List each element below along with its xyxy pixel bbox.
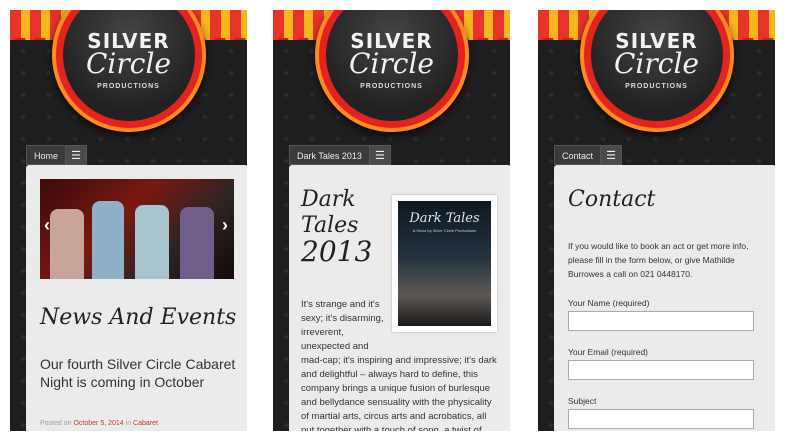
menu-toggle-button[interactable]: ☰ [369, 145, 391, 165]
content-card: Dark Tales 2013 Dark Tales A Show by Sil… [289, 165, 510, 431]
page-heading: Dark Tales 2013 [301, 187, 391, 268]
nav-bar: Dark Tales 2013 ☰ [289, 145, 391, 165]
performer-figure [180, 207, 214, 279]
phone-screen-home: SILVER Circle PRODUCTIONS Home ☰ ‹ › New… [10, 10, 247, 431]
category-link[interactable]: Cabaret [133, 420, 158, 427]
post-title-link[interactable]: Our fourth Silver Circle Cabaret Night i… [40, 355, 240, 391]
nav-bar: Contact ☰ [554, 145, 623, 165]
description-text: mad-cap; it's inspiring and impressive; … [301, 355, 497, 431]
logo-badge: SILVER Circle PRODUCTIONS [62, 10, 195, 121]
poster-title: Dark Tales [409, 211, 480, 226]
nav-current-page[interactable]: Home [26, 145, 67, 165]
logo-badge: SILVER Circle PRODUCTIONS [590, 10, 723, 121]
content-card: ‹ › News And Events Our fourth Silver Ci… [26, 165, 247, 431]
poster-image: Dark Tales A Show by Silver Circle Produ… [398, 201, 491, 326]
poster-subtitle: A Show by Silver Circle Productions [412, 228, 477, 233]
content-card: Contact If you would like to book an act… [554, 165, 775, 431]
logo-line3: PRODUCTIONS [625, 83, 688, 90]
nav-bar: Home ☰ [26, 145, 88, 165]
post-meta: Posted on October 5, 2014 in Cabaret [40, 420, 158, 427]
logo-line3: PRODUCTIONS [97, 83, 160, 90]
nav-current-page[interactable]: Dark Tales 2013 [289, 145, 370, 165]
image-slider[interactable]: ‹ › [40, 179, 234, 279]
menu-toggle-button[interactable]: ☰ [601, 145, 623, 165]
hamburger-icon: ☰ [71, 149, 81, 162]
page-heading: Contact [568, 187, 656, 212]
performer-figure [135, 205, 169, 279]
chevron-right-icon[interactable]: › [222, 215, 228, 236]
section-heading: News And Events [40, 305, 237, 330]
performer-figure [92, 201, 124, 279]
heading-line1: Dark Tales [301, 187, 359, 238]
subject-label: Subject [568, 396, 597, 406]
phone-screen-dark-tales: SILVER Circle PRODUCTIONS Dark Tales 201… [273, 10, 510, 431]
hamburger-icon: ☰ [374, 149, 385, 162]
menu-toggle-button[interactable]: ☰ [66, 145, 88, 165]
hamburger-icon: ☰ [606, 149, 616, 162]
logo-line2: Circle [349, 47, 434, 80]
email-input[interactable] [568, 360, 754, 380]
intro-text: It's strange and it's sexy; it's disarmi… [301, 299, 384, 352]
logo-line2: Circle [86, 47, 171, 80]
chevron-left-icon[interactable]: ‹ [44, 215, 50, 236]
email-label: Your Email (required) [568, 347, 648, 357]
name-label: Your Name (required) [568, 298, 650, 308]
contact-intro: If you would like to book an act or get … [568, 241, 749, 279]
post-date-link[interactable]: October 5, 2014 [73, 420, 123, 427]
meta-prefix: Posted on [40, 420, 72, 427]
meta-in: in [125, 420, 132, 427]
logo-line2: Circle [614, 47, 699, 80]
subject-input[interactable] [568, 409, 754, 429]
logo-line3: PRODUCTIONS [360, 83, 423, 90]
nav-current-page[interactable]: Contact [554, 145, 602, 165]
logo-badge: SILVER Circle PRODUCTIONS [325, 10, 458, 121]
name-input[interactable] [568, 311, 754, 331]
phone-screen-contact: SILVER Circle PRODUCTIONS Contact ☰ Cont… [538, 10, 775, 431]
performer-figure [50, 209, 84, 279]
show-poster[interactable]: Dark Tales A Show by Silver Circle Produ… [392, 195, 497, 332]
heading-line2: 2013 [301, 235, 373, 268]
